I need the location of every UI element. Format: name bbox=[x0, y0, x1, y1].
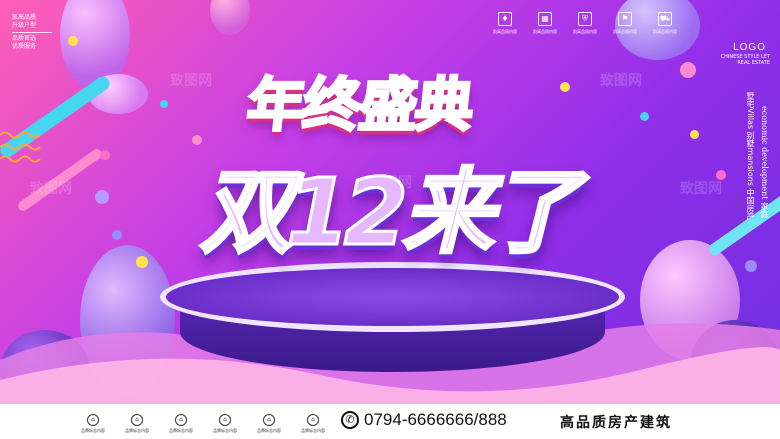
icon-bar-item: ⚑ 凯高品质内容 bbox=[605, 12, 645, 35]
brand-label: 品牌标志内容 bbox=[81, 428, 105, 433]
poster: 致图网 致图网 致图网 致图网 致图网 致图网 致图网 凯高品质 升级户型 品质… bbox=[0, 0, 780, 439]
cart-icon: ⛟ bbox=[658, 12, 672, 26]
brand-item: ⌂ 品牌标志内容 bbox=[116, 414, 158, 434]
icon-bar-label: 凯高品质内容 bbox=[533, 29, 557, 34]
brand-list: ⌂ 品牌标志内容 ⌂ 品牌标志内容 ⌂ 品牌标志内容 ⌂ 品牌标志内容 ⌂ 品牌标志内容 … bbox=[70, 414, 334, 434]
diamond-icon: ♦ bbox=[498, 12, 512, 26]
icon-bar-item: ⛨ 凯高品质内容 bbox=[565, 12, 605, 35]
top-left-line: 凯高品质 bbox=[12, 14, 37, 21]
watermark: 致图网 bbox=[680, 181, 722, 197]
brand-label: 品牌标志内容 bbox=[301, 428, 325, 433]
brand-label: 品牌标志内容 bbox=[169, 428, 193, 433]
wavy-line bbox=[0, 131, 41, 139]
dot bbox=[136, 256, 148, 268]
watermark: 致图网 bbox=[30, 181, 72, 197]
brand-item: ⌂ 品牌标志内容 bbox=[248, 414, 290, 434]
icon-bar-item: ⛟ 凯高品质内容 bbox=[645, 12, 685, 35]
logo: LOGO bbox=[733, 42, 766, 53]
icon-bar-label: 凯高品质内容 bbox=[613, 29, 637, 34]
vertical-text-col2: economic development 家庭 bbox=[760, 106, 769, 219]
headline-line2: 双12来了 bbox=[198, 158, 581, 268]
brand-label: 品牌标志内容 bbox=[125, 428, 149, 433]
phone-icon: ✆ bbox=[341, 411, 359, 429]
icon-bar-item: ♦ 凯高品质内容 bbox=[485, 12, 525, 35]
brand-item: ⌂ 品牌标志内容 bbox=[204, 414, 246, 434]
emblem-icon: ⌂ bbox=[175, 414, 187, 426]
dot bbox=[690, 130, 699, 139]
brand-item: ⌂ 品牌标志内容 bbox=[292, 414, 334, 434]
blob-top-mid bbox=[210, 0, 250, 35]
emblem-icon: ⌂ bbox=[307, 414, 319, 426]
dot bbox=[100, 150, 110, 160]
shield-icon: ⛨ bbox=[578, 12, 592, 26]
wavy-line bbox=[0, 143, 41, 151]
brand-label: 品牌标志内容 bbox=[257, 428, 281, 433]
top-left-line: 优质服务 bbox=[12, 43, 37, 50]
vertical-text-col1: 墅宅Villas 别墅mansions 中国房产 bbox=[746, 92, 755, 221]
phone-number: 0794-6666666/888 bbox=[364, 410, 507, 429]
watermark: 致图网 bbox=[600, 73, 642, 89]
brand-item: ⌂ 品牌标志内容 bbox=[72, 414, 114, 434]
watermark: 致图网 bbox=[170, 73, 212, 89]
dot bbox=[680, 62, 696, 78]
brand-label: 品牌标志内容 bbox=[213, 428, 237, 433]
emblem-icon: ⌂ bbox=[87, 414, 99, 426]
emblem-icon: ⌂ bbox=[219, 414, 231, 426]
top-left-text: 凯高品质 升级户型 品质首选 优质服务 bbox=[12, 14, 52, 51]
icon-bar-label: 凯高品质内容 bbox=[573, 29, 597, 34]
dot bbox=[160, 100, 168, 108]
dot bbox=[112, 230, 122, 240]
headline-line1: 年终盛典 bbox=[242, 70, 476, 141]
icon-bar-label: 凯高品质内容 bbox=[653, 29, 677, 34]
footer-slogan: 高品质房产建筑 bbox=[560, 415, 672, 431]
icon-bar-label: 凯高品质内容 bbox=[493, 29, 517, 34]
dot bbox=[745, 260, 757, 272]
dot bbox=[68, 36, 78, 46]
stage-platform bbox=[160, 262, 625, 332]
flag-icon: ⚑ bbox=[618, 12, 632, 26]
wavy-line bbox=[0, 155, 41, 163]
top-left-line: 升级户型 bbox=[12, 22, 37, 29]
dot bbox=[640, 112, 649, 121]
dot bbox=[95, 190, 109, 204]
emblem-icon: ⌂ bbox=[263, 414, 275, 426]
building-icon: ▦ bbox=[538, 12, 552, 26]
logo-subtitle: CHINESE STYLE LET REAL ESTATE bbox=[720, 54, 770, 66]
top-left-line: 品质首选 bbox=[12, 35, 37, 42]
brand-item: ⌂ 品牌标志内容 bbox=[160, 414, 202, 434]
dot bbox=[560, 82, 570, 92]
divider bbox=[12, 32, 52, 33]
emblem-icon: ⌂ bbox=[131, 414, 143, 426]
icon-bar: ♦ 凯高品质内容 ▦ 凯高品质内容 ⛨ 凯高品质内容 ⚑ 凯高品质内容 ⛟ 凯高… bbox=[485, 12, 685, 35]
icon-bar-item: ▦ 凯高品质内容 bbox=[525, 12, 565, 35]
